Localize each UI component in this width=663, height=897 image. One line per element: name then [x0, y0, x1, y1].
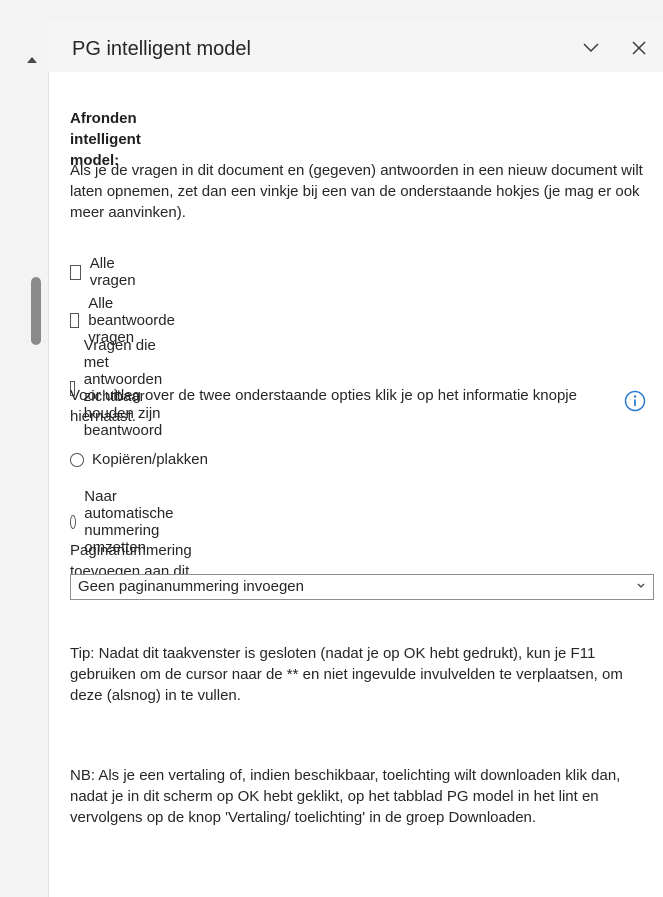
pane-title: PG intelligent model	[72, 38, 251, 60]
collapse-pane-button[interactable]	[576, 33, 606, 63]
intro-text: Als je de vragen in dit document en (geg…	[70, 162, 643, 221]
checkbox-alle-vragen[interactable]: Alle vragen	[70, 255, 140, 289]
checkbox-box[interactable]	[70, 313, 80, 328]
chevron-down-icon	[583, 43, 599, 53]
page-numbering-dropdown[interactable]: Geen paginanummering invoegen	[70, 574, 654, 600]
task-pane-header: PG intelligent model	[48, 22, 663, 72]
checkbox-label: Alle vragen	[89, 255, 136, 289]
radio-circle[interactable]	[70, 515, 77, 529]
close-pane-button[interactable]	[624, 33, 654, 63]
dropdown-selected-value: Geen paginanummering invoegen	[78, 578, 304, 595]
info-icon[interactable]	[624, 390, 646, 412]
options-info-text: Voor uitleg over de twee onderstaande op…	[70, 387, 577, 425]
radio-circle[interactable]	[70, 452, 84, 467]
radio-label: Kopiëren/plakken	[92, 451, 208, 468]
close-icon	[632, 41, 646, 55]
window-top-band	[0, 0, 663, 23]
scrollbar-thumb[interactable]	[31, 277, 41, 345]
chevron-down-icon	[637, 583, 645, 588]
radio-kopieren-plakken[interactable]: Kopiëren/plakken	[70, 451, 208, 468]
scroll-up-arrow-icon[interactable]	[27, 57, 37, 63]
checkbox-box[interactable]	[70, 264, 81, 280]
vertical-scrollbar[interactable]	[0, 22, 49, 897]
tip-text: Tip: Nadat dit taakvenster is gesloten (…	[70, 645, 623, 704]
nb-text: NB: Als je een vertaling of, indien besc…	[70, 767, 621, 826]
